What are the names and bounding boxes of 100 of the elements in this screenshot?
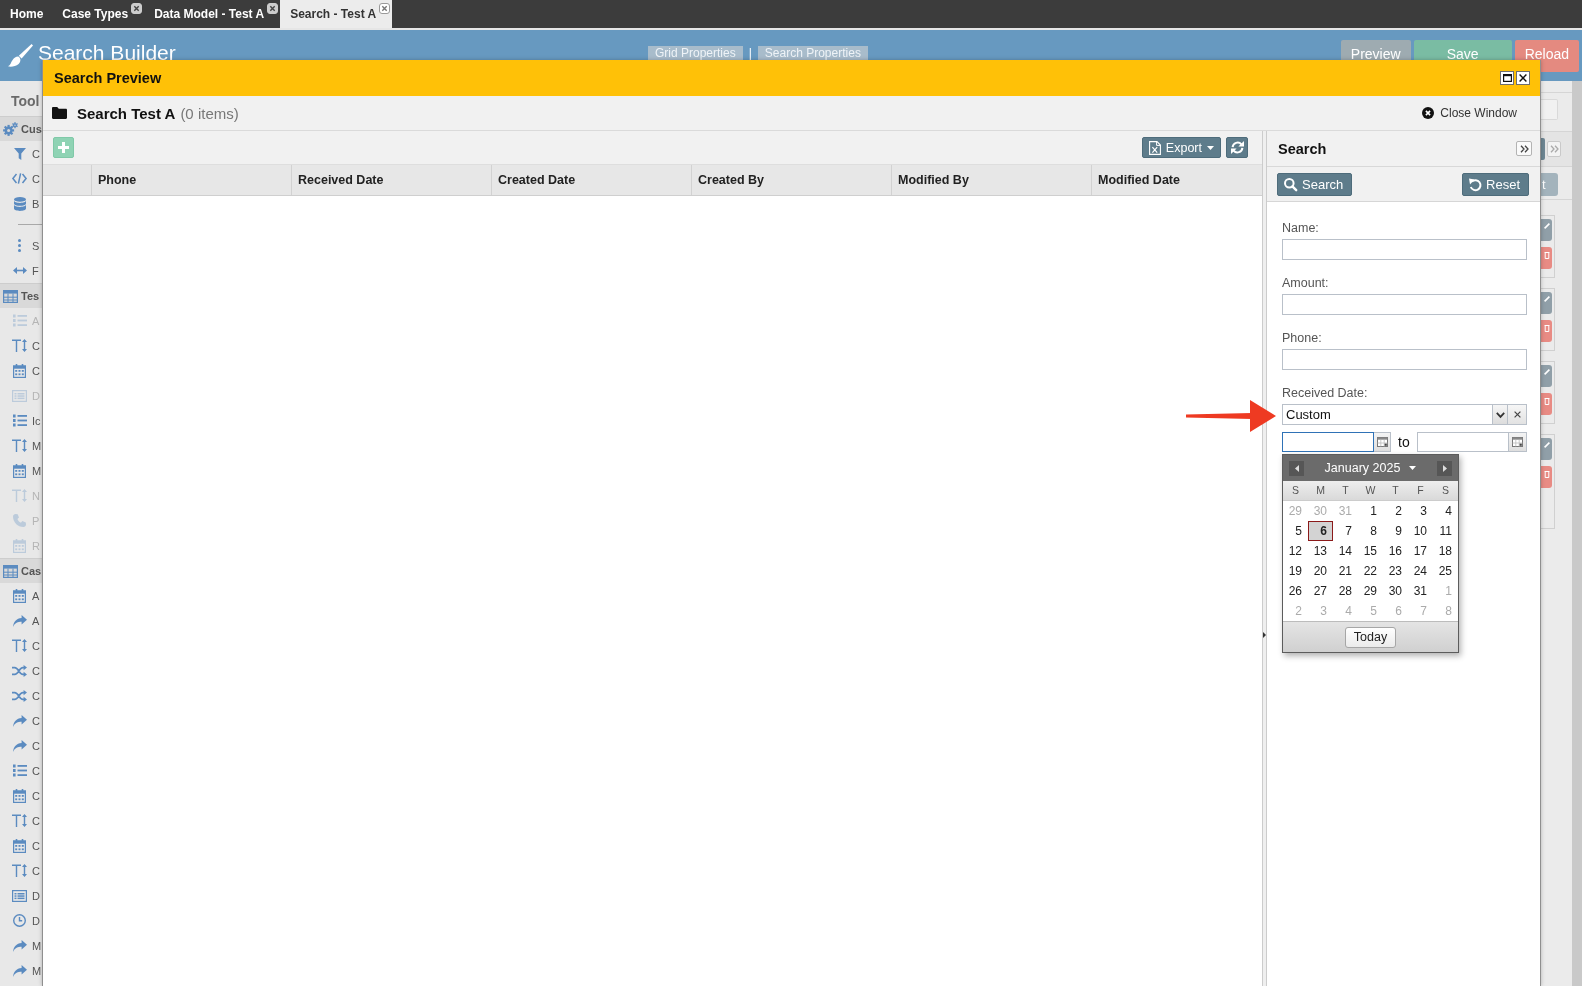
refresh-button[interactable] — [1226, 137, 1248, 158]
clear-button[interactable] — [1508, 404, 1527, 425]
column-header[interactable]: Created Date — [491, 165, 691, 195]
calendar-day[interactable]: 3 — [1408, 501, 1433, 521]
toolbox-item[interactable]: M — [0, 433, 42, 458]
search-button[interactable]: Search — [1277, 172, 1353, 196]
calendar-button[interactable] — [1374, 432, 1391, 452]
toolbox-item[interactable]: C — [0, 783, 42, 808]
calendar-day[interactable]: 12 — [1283, 541, 1308, 561]
toolbox-item[interactable]: C — [0, 858, 42, 883]
tab[interactable]: Case Types — [52, 0, 145, 28]
splitter-bar[interactable] — [1262, 131, 1267, 986]
toolbox-item[interactable]: A — [0, 583, 42, 608]
toolbox-item[interactable]: M — [0, 933, 42, 958]
month-picker[interactable]: January 2025 — [1304, 459, 1437, 477]
calendar-day[interactable]: 7 — [1333, 521, 1358, 541]
calendar-day[interactable]: 15 — [1358, 541, 1383, 561]
dropdown-button[interactable] — [1492, 404, 1508, 425]
calendar-day[interactable]: 31 — [1408, 581, 1433, 601]
tab[interactable]: Home — [0, 0, 53, 28]
toolbox-item[interactable]: F — [0, 258, 42, 283]
date-field[interactable] — [1416, 432, 1509, 452]
toolbox-item[interactable]: C — [0, 141, 42, 166]
toolbox-item[interactable]: M — [0, 958, 42, 983]
column-header[interactable]: Phone — [91, 165, 291, 195]
shuffle-icon — [12, 689, 27, 702]
text-field[interactable] — [1282, 239, 1527, 260]
calendar-day[interactable]: 20 — [1308, 561, 1333, 581]
toolbox-item[interactable]: C — [0, 658, 42, 683]
today-button[interactable]: Today — [1344, 626, 1397, 648]
calendar-day[interactable]: 2 — [1383, 501, 1408, 521]
horizontal-arrows-icon — [12, 267, 27, 274]
text-field[interactable] — [1282, 294, 1527, 315]
calendar-day[interactable]: 19 — [1283, 561, 1308, 581]
text-field[interactable] — [1282, 349, 1527, 370]
toolbox-item[interactable]: C — [0, 683, 42, 708]
calendar-day[interactable]: 13 — [1308, 541, 1333, 561]
calendar-day[interactable]: 8 — [1358, 521, 1383, 541]
toolbox-item[interactable]: C — [0, 758, 42, 783]
toolbox-item[interactable]: C — [0, 166, 42, 191]
toolbox-item[interactable]: C — [0, 358, 42, 383]
calendar-day[interactable]: 28 — [1333, 581, 1358, 601]
reset-button[interactable]: Reset — [1462, 172, 1529, 196]
calendar-day[interactable]: 21 — [1333, 561, 1358, 581]
column-header[interactable]: Received Date — [291, 165, 491, 195]
toolbox-item[interactable]: C — [0, 708, 42, 733]
close-icon[interactable] — [379, 3, 391, 14]
toolbox-item[interactable]: D — [0, 908, 42, 933]
toolbox-item[interactable]: C — [0, 808, 42, 833]
column-header[interactable]: Created By — [691, 165, 891, 195]
toolbox-section[interactable]: Tes — [0, 283, 42, 308]
add-button[interactable] — [53, 137, 74, 158]
toolbox-section[interactable]: Cas — [0, 558, 42, 583]
calendar-day[interactable]: 18 — [1433, 541, 1458, 561]
export-button[interactable]: Export — [1141, 137, 1221, 158]
calendar-day[interactable]: 10 — [1408, 521, 1433, 541]
calendar-day[interactable]: 30 — [1383, 581, 1408, 601]
toolbox-item[interactable]: C — [0, 833, 42, 858]
calendar-day[interactable]: 29 — [1358, 581, 1383, 601]
calendar-day[interactable]: 27 — [1308, 581, 1333, 601]
tab[interactable]: Search - Test A — [280, 0, 393, 28]
calendar-day[interactable]: 24 — [1408, 561, 1433, 581]
calendar-day[interactable]: 16 — [1383, 541, 1408, 561]
calendar-day[interactable]: 11 — [1433, 521, 1458, 541]
tab[interactable]: Data Model - Test A — [144, 0, 281, 28]
column-header[interactable]: Modified By — [891, 165, 1091, 195]
calendar-day[interactable]: 9 — [1383, 521, 1408, 541]
calendar-day[interactable]: 25 — [1433, 561, 1458, 581]
close-window-button[interactable]: Close Window — [1422, 106, 1517, 120]
toolbox-item[interactable]: Ic — [0, 408, 42, 433]
next-month-button[interactable] — [1437, 460, 1452, 476]
calendar-day[interactable]: 5 — [1283, 521, 1308, 541]
close-circle-icon — [1422, 107, 1435, 119]
close-icon[interactable] — [131, 3, 143, 14]
calendar-day[interactable]: 17 — [1408, 541, 1433, 561]
share-arrow-icon — [12, 714, 27, 727]
collapse-button[interactable] — [1516, 141, 1532, 156]
calendar-day[interactable]: 22 — [1358, 561, 1383, 581]
toolbox-section[interactable]: Cus — [0, 116, 42, 141]
calendar-day[interactable]: 26 — [1283, 581, 1308, 601]
dropdown-field[interactable]: Custom — [1282, 404, 1492, 425]
close-icon[interactable] — [267, 3, 279, 14]
toolbox-item[interactable]: C — [0, 333, 42, 358]
close-button[interactable] — [1516, 71, 1530, 85]
previous-month-button[interactable] — [1289, 460, 1304, 476]
calendar-day[interactable]: 1 — [1358, 501, 1383, 521]
toolbox-item[interactable]: C — [0, 633, 42, 658]
toolbox-item[interactable]: S — [0, 233, 42, 258]
toolbox-item[interactable]: D — [0, 883, 42, 908]
toolbox-item[interactable]: M — [0, 458, 42, 483]
date-field[interactable] — [1282, 432, 1374, 452]
calendar-day[interactable]: 4 — [1433, 501, 1458, 521]
toolbox-item[interactable]: C — [0, 733, 42, 758]
calendar-day[interactable]: 23 — [1383, 561, 1408, 581]
toolbox-item[interactable]: A — [0, 608, 42, 633]
calendar-day[interactable]: 14 — [1333, 541, 1358, 561]
maximize-button[interactable] — [1500, 71, 1514, 85]
toolbar-button[interactable] — [1541, 138, 1545, 160]
calendar-day[interactable]: 6 — [1308, 521, 1333, 541]
toolbox-item[interactable]: B — [0, 191, 42, 216]
